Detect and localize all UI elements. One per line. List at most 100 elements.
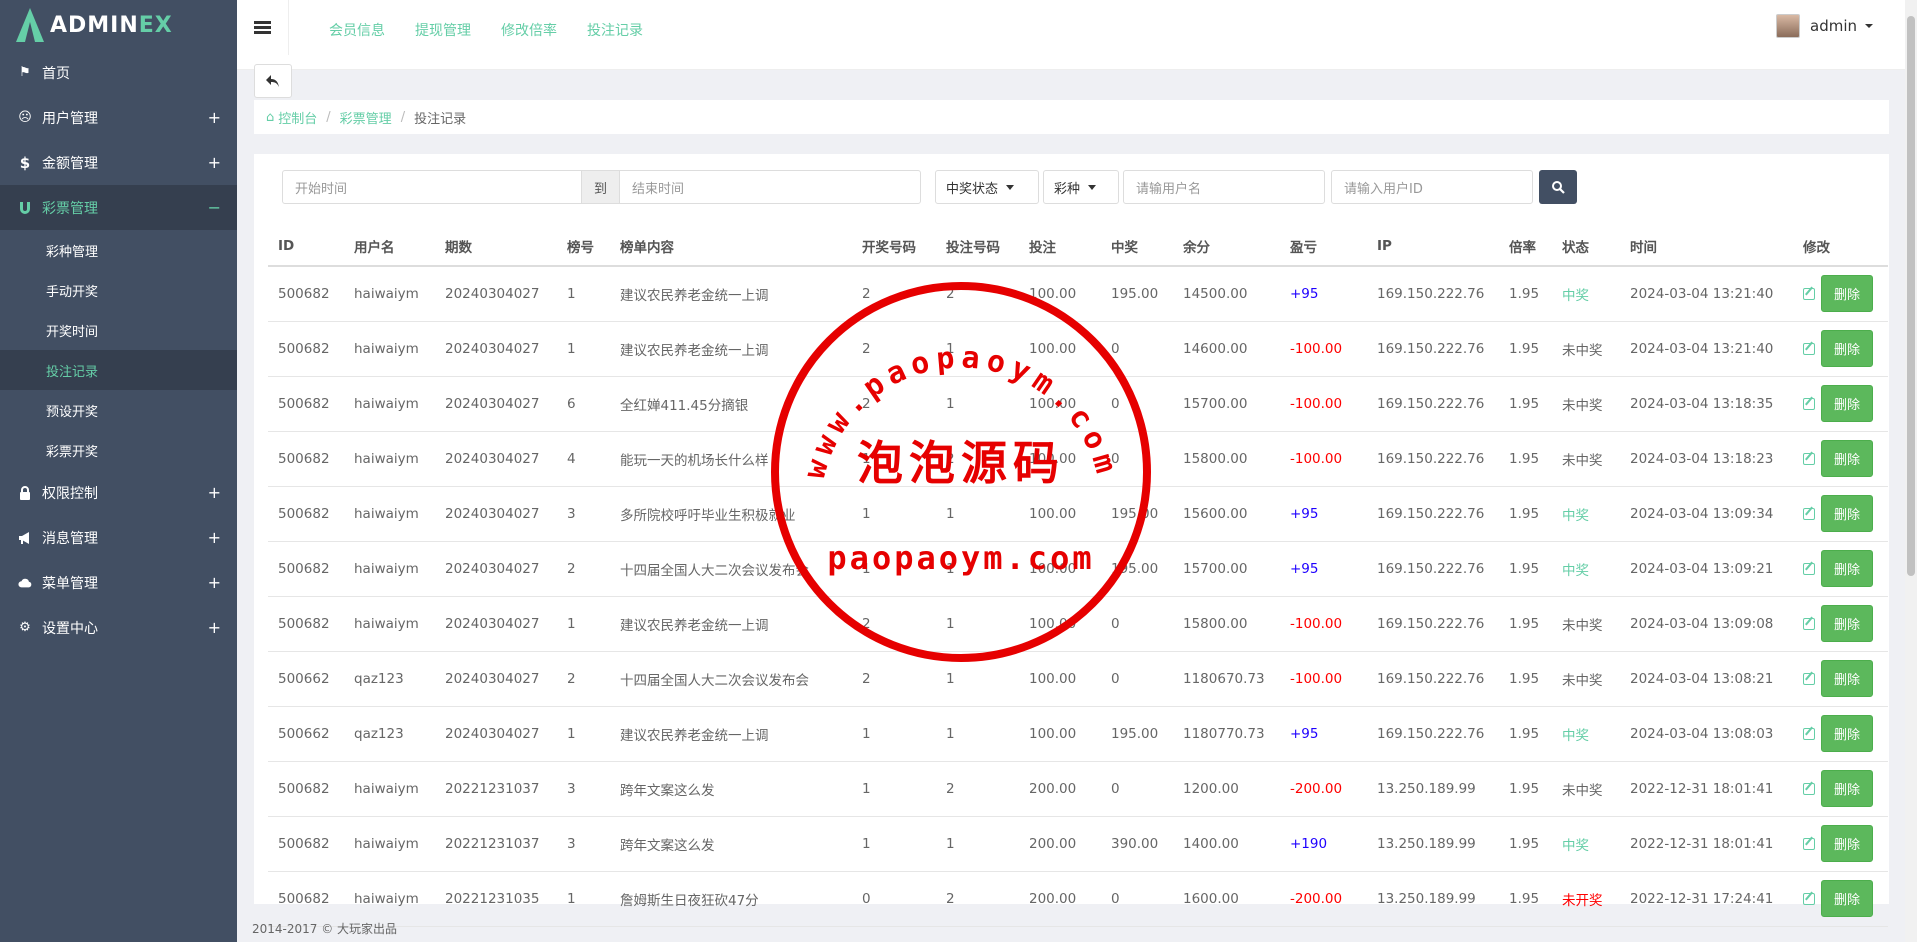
user-menu[interactable]: admin bbox=[1776, 14, 1873, 38]
delete-button[interactable]: 删除 bbox=[1821, 385, 1874, 422]
edit-icon[interactable] bbox=[1803, 452, 1815, 465]
sidebar-item-settings[interactable]: ⚙ 设置中心 + bbox=[0, 605, 237, 650]
draw-number-cell: 2 bbox=[852, 596, 936, 652]
logo[interactable]: ADMINEX bbox=[0, 0, 237, 50]
number-cell: 1 bbox=[557, 266, 610, 322]
actions-cell: 删除 bbox=[1793, 816, 1888, 872]
edit-icon[interactable] bbox=[1803, 782, 1815, 795]
breadcrumb-home[interactable]: 控制台 bbox=[278, 108, 317, 127]
username-cell: haiwaiym bbox=[344, 816, 435, 872]
topnav-member-info[interactable]: 会员信息 bbox=[329, 20, 385, 40]
id-cell: 500682 bbox=[268, 266, 344, 322]
edit-icon[interactable] bbox=[1803, 342, 1815, 355]
username-input[interactable]: 请输用户名 bbox=[1123, 170, 1326, 204]
status-cell: 中奖 bbox=[1552, 486, 1620, 542]
top-nav: 会员信息 提现管理 修改倍率 投注记录 bbox=[329, 20, 673, 40]
topnav-rate[interactable]: 修改倍率 bbox=[501, 20, 557, 40]
lottery-type-select[interactable]: 彩种 bbox=[1043, 170, 1120, 204]
userid-input[interactable]: 请输入用户ID bbox=[1331, 170, 1534, 204]
start-time-input[interactable]: 开始时间 bbox=[282, 170, 582, 204]
topnav-withdraw[interactable]: 提现管理 bbox=[415, 20, 471, 40]
delete-button[interactable]: 删除 bbox=[1821, 495, 1874, 532]
delete-button[interactable]: 删除 bbox=[1821, 770, 1874, 807]
content-cell: 十四届全国人大二次会议发布会 bbox=[610, 651, 852, 707]
edit-icon[interactable] bbox=[1803, 617, 1815, 630]
edit-icon[interactable] bbox=[1803, 892, 1815, 905]
delete-button[interactable]: 删除 bbox=[1821, 275, 1874, 313]
search-button[interactable] bbox=[1539, 170, 1578, 204]
delete-button[interactable]: 删除 bbox=[1821, 880, 1874, 917]
edit-icon[interactable] bbox=[1803, 727, 1815, 740]
edit-icon[interactable] bbox=[1803, 397, 1815, 410]
balance-cell: 1180770.73 bbox=[1173, 706, 1280, 762]
user-circle-icon: ☹ bbox=[18, 110, 32, 125]
bet-records-table: ID 用户名 期数 榜号 榜单内容 开奖号码 投注号码 投注 中奖 余分 盈亏 IP 倍率 状态 时间 修改 … bbox=[268, 226, 1888, 927]
bet-amount-cell: 100.00 bbox=[1019, 266, 1101, 322]
balance-cell: 15700.00 bbox=[1173, 376, 1280, 432]
sidebar-item-users[interactable]: ☹ 用户管理 + bbox=[0, 95, 237, 140]
rate-cell: 1.95 bbox=[1499, 266, 1552, 322]
delete-button[interactable]: 删除 bbox=[1821, 660, 1874, 697]
back-button[interactable] bbox=[254, 64, 292, 98]
username-cell: haiwaiym bbox=[344, 376, 435, 432]
sidebar-subitem-draw-time[interactable]: 开奖时间 bbox=[0, 310, 237, 350]
edit-icon[interactable] bbox=[1803, 287, 1815, 300]
edit-icon[interactable] bbox=[1803, 837, 1815, 850]
edit-icon[interactable] bbox=[1803, 672, 1815, 685]
win-status-select[interactable]: 中奖状态 bbox=[935, 170, 1040, 204]
topnav-bet-records[interactable]: 投注记录 bbox=[587, 20, 643, 40]
sidebar-item-permissions[interactable]: 权限控制 + bbox=[0, 470, 237, 515]
draw-number-cell: 0 bbox=[852, 871, 936, 927]
table-row: 500682 haiwaiym 20240304027 1 建议农民养老金统一上调 2 1 1… bbox=[268, 596, 1888, 652]
main-panel: 开始时间 到 结束时间 中奖状态 彩种 请输用户名 请输入用户ID ID 用户名期… bbox=[254, 154, 1889, 927]
scrollbar-thumb[interactable] bbox=[1907, 16, 1915, 576]
edit-icon[interactable] bbox=[1803, 562, 1815, 575]
bet-number-cell: 1 bbox=[936, 376, 1019, 432]
sidebar-item-lottery[interactable]: 彩票管理 − bbox=[0, 185, 237, 230]
column-header: ID bbox=[268, 226, 344, 267]
breadcrumb-lottery[interactable]: 彩票管理 bbox=[340, 108, 392, 127]
expand-icon: + bbox=[207, 573, 221, 592]
delete-button[interactable]: 删除 bbox=[1821, 605, 1874, 642]
sidebar-item-messages[interactable]: 消息管理 + bbox=[0, 515, 237, 560]
home-icon: ⌂ bbox=[266, 109, 275, 125]
table-row: 500682 haiwaiym 20221231035 1 詹姆斯生日夜狂砍47分 0 2 2… bbox=[268, 871, 1888, 927]
caret-down-icon bbox=[1865, 24, 1873, 28]
balance-cell: 15600.00 bbox=[1173, 486, 1280, 542]
sidebar-item-money[interactable]: $ 金额管理 + bbox=[0, 140, 237, 185]
content-cell: 跨年文案这么发 bbox=[610, 761, 852, 817]
search-icon bbox=[1552, 181, 1565, 194]
page-scrollbar[interactable] bbox=[1905, 0, 1917, 942]
content-cell: 多所院校呼吁毕业生积极就业 bbox=[610, 486, 852, 542]
sidebar-subitem-lottery-types[interactable]: 彩种管理 bbox=[0, 230, 237, 270]
sidebar-subitem-manual-draw[interactable]: 手动开奖 bbox=[0, 270, 237, 310]
delete-button[interactable]: 删除 bbox=[1821, 825, 1874, 862]
bet-number-cell: 1 bbox=[936, 706, 1019, 762]
id-cell: 500682 bbox=[268, 376, 344, 432]
delete-button[interactable]: 删除 bbox=[1821, 330, 1874, 367]
edit-icon[interactable] bbox=[1803, 507, 1815, 520]
win-amount-cell: 0 bbox=[1101, 761, 1173, 817]
rate-cell: 1.95 bbox=[1499, 761, 1552, 817]
column-header: 投注号码 bbox=[936, 226, 1019, 267]
delete-button[interactable]: 删除 bbox=[1821, 715, 1874, 752]
sidebar-item-home[interactable]: ⚑ 首页 bbox=[0, 50, 237, 95]
menu-toggle-icon[interactable] bbox=[237, 0, 289, 55]
number-cell: 1 bbox=[557, 871, 610, 927]
content-cell: 跨年文案这么发 bbox=[610, 816, 852, 872]
rate-cell: 1.95 bbox=[1499, 321, 1552, 377]
delete-button[interactable]: 删除 bbox=[1821, 440, 1874, 477]
end-time-input[interactable]: 结束时间 bbox=[619, 170, 922, 204]
bet-number-cell: 1 bbox=[936, 541, 1019, 597]
sidebar-subitem-lottery-draw[interactable]: 彩票开奖 bbox=[0, 430, 237, 470]
bet-amount-cell: 100.00 bbox=[1019, 596, 1101, 652]
actions-cell: 删除 bbox=[1793, 266, 1888, 322]
id-cell: 500682 bbox=[268, 321, 344, 377]
sidebar-subitem-bet-records[interactable]: 投注记录 bbox=[0, 350, 237, 390]
win-amount-cell: 195.00 bbox=[1101, 266, 1173, 322]
status-cell: 中奖 bbox=[1552, 541, 1620, 597]
delete-button[interactable]: 删除 bbox=[1821, 550, 1874, 587]
sidebar-item-menus[interactable]: 菜单管理 + bbox=[0, 560, 237, 605]
period-cell: 20240304027 bbox=[435, 596, 557, 652]
sidebar-subitem-preset-draw[interactable]: 预设开奖 bbox=[0, 390, 237, 430]
